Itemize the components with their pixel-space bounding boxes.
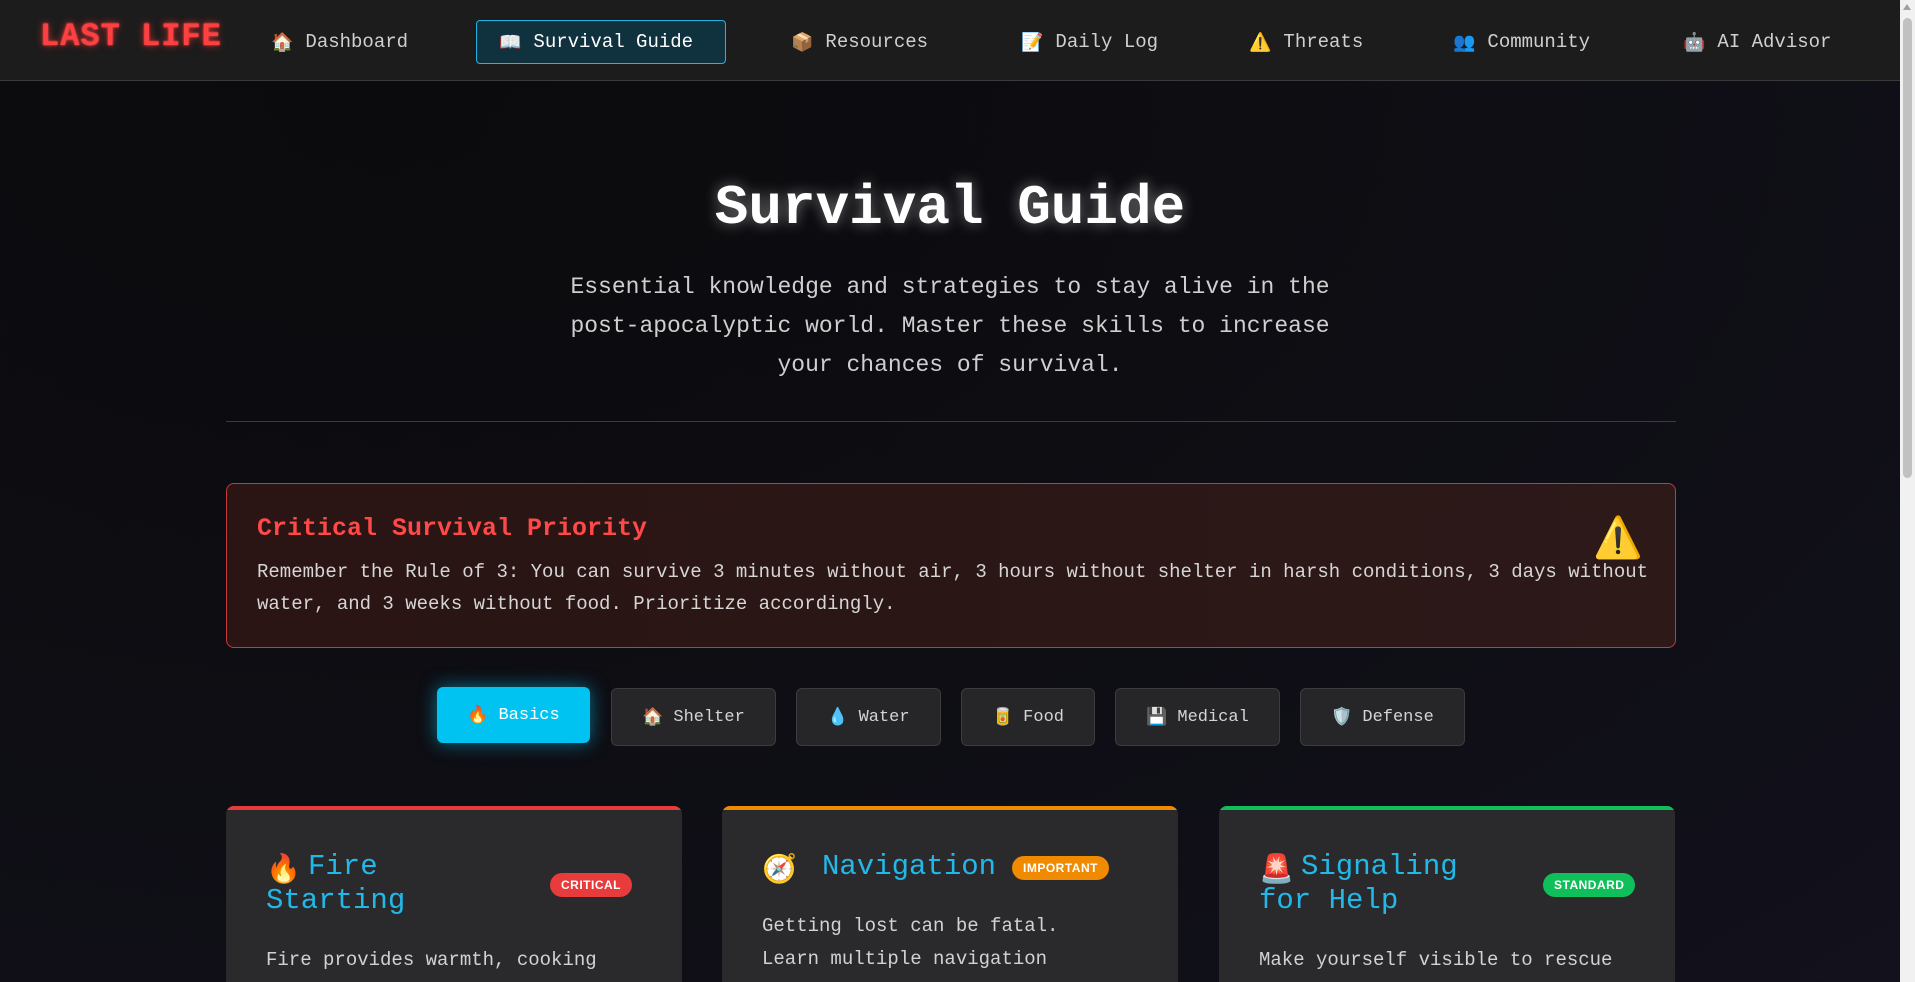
warning-icon: ⚠️ <box>1249 31 1272 53</box>
card-description: Getting lost can be fatal. Learn multipl… <box>762 915 1059 970</box>
people-icon: 👥 <box>1453 31 1476 53</box>
page-subtitle: Essential knowledge and strategies to st… <box>570 274 1330 378</box>
nav-item-survival-guide[interactable]: 📖 Survival Guide <box>476 20 726 64</box>
tab-label: Water <box>858 707 910 727</box>
app-logo[interactable]: LAST LIFE <box>40 18 222 55</box>
card-accent-bar <box>226 806 682 810</box>
page-scrollbar[interactable] <box>1900 0 1915 982</box>
card-title: Navigation <box>822 850 997 883</box>
top-navbar: LAST LIFE 🏠 Dashboard 📖 Survival Guide 📦… <box>0 0 1900 81</box>
house-icon: 🏠 <box>271 31 294 53</box>
nav-item-label: Daily Log <box>1055 31 1159 53</box>
nav-item-resources[interactable]: 📦 Resources <box>768 20 951 64</box>
nav-item-label: AI Advisor <box>1717 31 1832 53</box>
tab-label: Defense <box>1362 707 1434 727</box>
nav-item-label: Survival Guide <box>533 31 694 53</box>
card-description: Make yourself visible to rescue <box>1259 949 1613 971</box>
page-title: Survival Guide <box>714 176 1186 240</box>
nav-item-label: Resources <box>825 31 929 53</box>
alert-title: Critical Survival Priority <box>257 514 648 543</box>
card-title: Signaling for Help <box>1259 850 1458 917</box>
section-divider <box>226 421 1676 422</box>
badge-standard: STANDARD <box>1543 873 1636 897</box>
tab-label: Basics <box>498 705 560 725</box>
fire-icon: 🔥 <box>467 705 489 725</box>
card-description: Fire provides warmth, cooking <box>266 949 597 971</box>
nav-item-label: Community <box>1487 31 1591 53</box>
badge-important: IMPORTANT <box>1012 856 1109 880</box>
tab-food[interactable]: 🥫 Food <box>961 688 1095 746</box>
scroll-up-arrow-icon[interactable] <box>1903 4 1911 10</box>
tab-shelter[interactable]: 🏠 Shelter <box>611 688 776 746</box>
droplet-icon: 💧 <box>827 707 849 727</box>
guide-card-signaling[interactable]: 🚨 Signaling for Help STANDARD Make yours… <box>1219 806 1675 982</box>
book-icon: 📖 <box>499 31 522 53</box>
alert-text: Remember the Rule of 3: You can survive … <box>257 561 1649 615</box>
card-title: Fire Starting <box>266 850 406 917</box>
nav-item-dashboard[interactable]: 🏠 Dashboard <box>248 20 431 64</box>
tab-water[interactable]: 💧 Water <box>796 688 941 746</box>
guide-card-fire-starting[interactable]: 🔥 Fire Starting CRITICAL Fire provides w… <box>226 806 682 982</box>
nav-item-community[interactable]: 👥 Community <box>1430 20 1613 64</box>
nav-item-ai-advisor[interactable]: 🤖 AI Advisor <box>1660 20 1854 64</box>
card-accent-bar <box>1219 806 1675 810</box>
tab-basics[interactable]: 🔥 Basics <box>437 687 590 743</box>
guide-card-navigation[interactable]: 🧭 Navigation IMPORTANT Getting lost can … <box>722 806 1178 982</box>
memo-icon: 📝 <box>1021 31 1044 53</box>
critical-priority-alert: Critical Survival Priority Remember the … <box>226 483 1676 648</box>
card-accent-bar <box>722 806 1178 810</box>
nav-item-threats[interactable]: ⚠️ Threats <box>1226 20 1386 64</box>
floppy-disk-icon: 💾 <box>1146 707 1168 727</box>
badge-critical: CRITICAL <box>550 873 632 897</box>
nav-item-label: Dashboard <box>305 31 409 53</box>
canned-food-icon: 🥫 <box>992 707 1014 727</box>
warning-icon: ⚠️ <box>1593 515 1643 561</box>
tab-label: Shelter <box>673 707 745 727</box>
tab-medical[interactable]: 💾 Medical <box>1115 688 1280 746</box>
package-icon: 📦 <box>791 31 814 53</box>
robot-icon: 🤖 <box>1683 31 1706 53</box>
compass-icon: 🧭 <box>762 852 797 885</box>
nav-item-label: Threats <box>1283 31 1364 53</box>
shield-icon: 🛡️ <box>1331 707 1353 727</box>
house-icon: 🏠 <box>642 707 664 727</box>
scroll-thumb[interactable] <box>1903 18 1912 478</box>
tab-label: Food <box>1023 707 1064 727</box>
nav-item-daily-log[interactable]: 📝 Daily Log <box>998 20 1181 64</box>
tab-label: Medical <box>1177 707 1249 727</box>
tab-defense[interactable]: 🛡️ Defense <box>1300 688 1465 746</box>
